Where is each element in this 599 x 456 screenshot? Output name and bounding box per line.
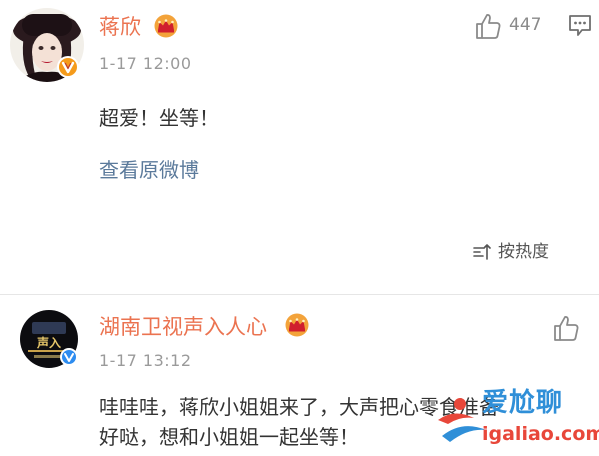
blue-v-badge-icon xyxy=(60,348,78,366)
watermark-url: igaliao.com xyxy=(482,423,599,445)
thumbs-up-icon[interactable] xyxy=(551,313,581,343)
thumbs-up-icon[interactable] xyxy=(473,11,503,41)
view-original-link[interactable]: 查看原微博 xyxy=(99,156,199,184)
comment-username[interactable]: 蒋欣 xyxy=(99,13,141,41)
comment-text-line: 好哒，想和小姐姐一起坐等！ xyxy=(99,425,359,449)
crown-icon xyxy=(284,313,310,337)
sort-label: 按热度 xyxy=(498,242,549,262)
reply-comment-icon[interactable] xyxy=(567,13,593,39)
sort-icon xyxy=(472,242,492,262)
comment-username[interactable]: 湖南卫视声入人心 xyxy=(99,313,267,341)
like-count: 447 xyxy=(509,15,542,35)
svg-text:声入: 声入 xyxy=(36,335,61,350)
sort-by-hot-button[interactable]: 按热度 xyxy=(470,239,562,265)
divider xyxy=(0,294,599,295)
comment-time: 1-17 13:12 xyxy=(99,351,192,370)
crown-icon xyxy=(153,14,179,38)
watermark-title: 爱尬聊 xyxy=(482,388,564,418)
comment-text: 超爱！坐等！ xyxy=(99,106,219,130)
watermark: 爱尬聊 igaliao.com xyxy=(432,386,599,452)
comment-time: 1-17 12:00 xyxy=(99,54,192,73)
orange-v-badge-icon xyxy=(57,56,79,78)
